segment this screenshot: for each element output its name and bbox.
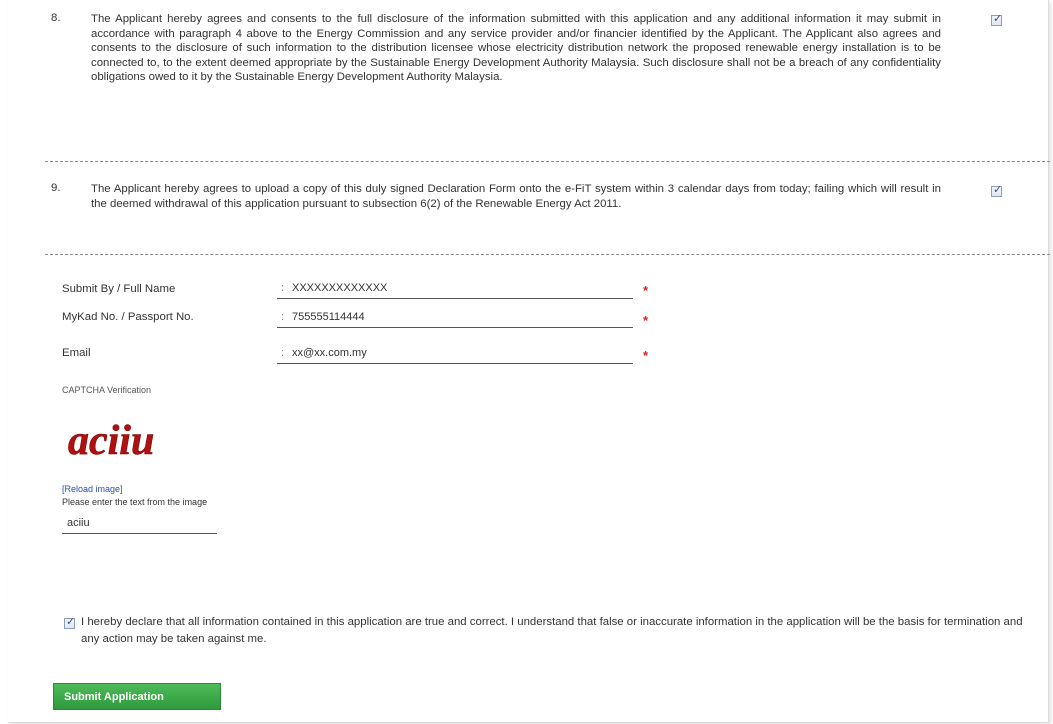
clause-8-checkbox[interactable]: ✓ xyxy=(991,12,1003,26)
clause-9-checkbox[interactable]: ✓ xyxy=(991,183,1003,197)
email-field[interactable]: : xx@xx.com.my xyxy=(277,345,633,364)
divider xyxy=(45,161,1050,162)
captcha-input-value: aciiu xyxy=(67,517,90,529)
captcha-image: aciiu xyxy=(68,418,155,465)
mykad-label: MyKad No. / Passport No. xyxy=(62,311,194,323)
required-asterisk-icon: * xyxy=(643,313,649,328)
declaration-text: I hereby declare that all information co… xyxy=(81,616,1023,645)
submit-application-button[interactable]: Submit Application xyxy=(53,683,221,710)
required-asterisk-icon: * xyxy=(643,283,649,298)
checkbox-checked-icon: ✓ xyxy=(993,12,1003,25)
checkbox-checked-icon: ✓ xyxy=(66,615,76,628)
divider xyxy=(45,254,1050,255)
clause-9-number: 9. xyxy=(51,182,61,194)
field-colon: : xyxy=(281,282,285,294)
full-name-label: Submit By / Full Name xyxy=(62,283,176,295)
required-asterisk-icon: * xyxy=(643,348,649,363)
captcha-input[interactable]: aciiu xyxy=(62,514,217,534)
full-name-value: XXXXXXXXXXXXX xyxy=(292,282,388,294)
captcha-image-text: aciiu xyxy=(68,418,154,464)
field-colon: : xyxy=(281,347,285,359)
clause-8-number: 8. xyxy=(51,12,61,24)
captcha-label: CAPTCHA Verification xyxy=(62,385,152,395)
checkbox-checked-icon: ✓ xyxy=(993,183,1003,196)
clause-8-text: The Applicant hereby agrees and consents… xyxy=(91,13,941,84)
mykad-field[interactable]: : 755555114444 xyxy=(277,309,633,328)
mykad-value: 755555114444 xyxy=(292,311,365,323)
reload-image-link[interactable]: [Reload image] xyxy=(62,484,123,494)
field-colon: : xyxy=(281,311,285,323)
clause-9-text: The Applicant hereby agrees to upload a … xyxy=(91,183,941,210)
email-label: Email xyxy=(62,347,91,359)
captcha-prompt: Please enter the text from the image xyxy=(62,497,208,507)
full-name-field[interactable]: : XXXXXXXXXXXXX xyxy=(277,280,633,299)
declaration-checkbox[interactable]: ✓ xyxy=(64,615,76,629)
email-value: xx@xx.com.my xyxy=(292,347,367,359)
